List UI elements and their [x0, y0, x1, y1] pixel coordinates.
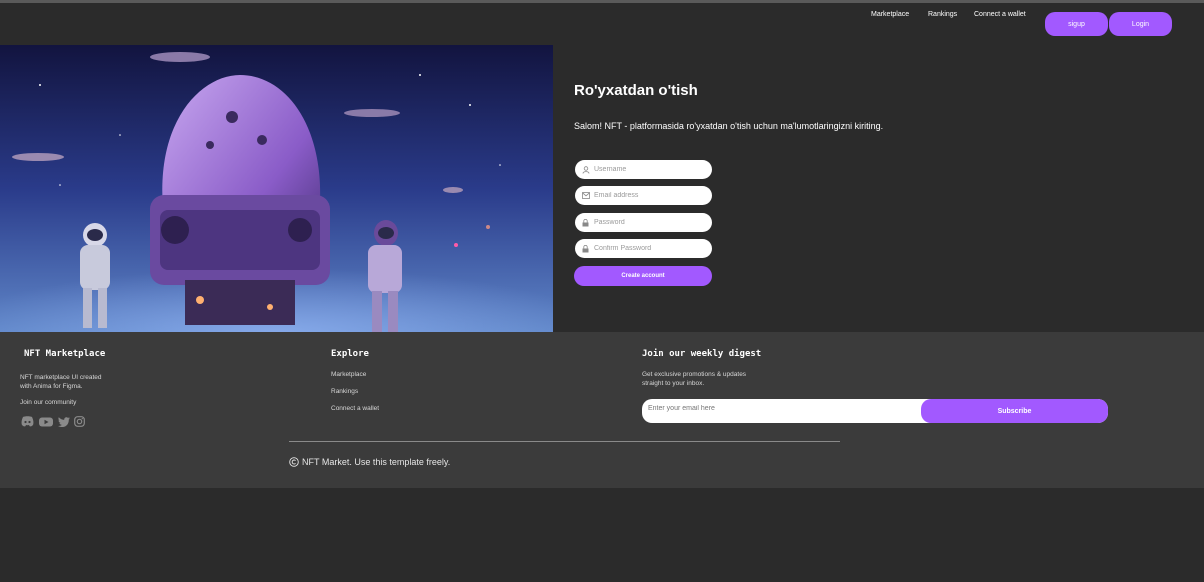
subscribe-button[interactable]: Subscribe	[921, 399, 1108, 423]
nav-rankings-link[interactable]: Rankings	[928, 11, 957, 18]
nav-connect-wallet-link[interactable]: Connect a wallet	[974, 11, 1026, 18]
astronaut-spaceship-illustration	[0, 45, 553, 332]
top-border	[0, 0, 1204, 3]
username-input[interactable]	[594, 166, 704, 173]
username-field[interactable]	[575, 160, 712, 179]
email-input[interactable]	[594, 192, 704, 199]
page-bottom-background	[0, 488, 1204, 582]
signup-button[interactable]: sigup	[1045, 12, 1108, 36]
create-account-button[interactable]: Create account	[574, 266, 712, 286]
confirm-password-field[interactable]	[575, 239, 712, 258]
footer-link-rankings[interactable]: Rankings	[331, 388, 358, 395]
copyright-icon	[289, 457, 299, 467]
footer-digest-desc-line1: Get exclusive promotions & updates	[642, 371, 747, 378]
footer-brand-title: NFT Marketplace	[24, 349, 106, 359]
lock-icon	[581, 244, 590, 253]
password-input[interactable]	[594, 219, 704, 226]
password-field[interactable]	[575, 213, 712, 232]
user-icon	[581, 165, 590, 174]
login-button[interactable]: Login	[1109, 12, 1172, 36]
email-field[interactable]	[575, 186, 712, 205]
signup-title: Ro'yxatdan o'tish	[574, 82, 698, 99]
footer-digest-desc-line2: straight to your inbox.	[642, 380, 705, 387]
footer-community-label: Join our community	[20, 399, 77, 406]
instagram-icon[interactable]	[74, 414, 86, 427]
envelope-icon	[581, 191, 590, 200]
discord-icon[interactable]	[21, 414, 34, 427]
signup-subtitle: Salom! NFT - platformasida ro'yxatdan o'…	[574, 121, 884, 131]
lock-icon	[581, 218, 590, 227]
footer-digest-title: Join our weekly digest	[642, 349, 762, 359]
copyright: NFT Market. Use this template freely.	[289, 457, 450, 467]
twitter-icon[interactable]	[58, 414, 70, 428]
footer-link-connect-wallet[interactable]: Connect a wallet	[331, 405, 379, 412]
footer-divider	[289, 441, 840, 442]
footer-explore-title: Explore	[331, 349, 369, 359]
footer-brand-desc-line2: with Anima for Figma.	[20, 383, 83, 390]
youtube-icon[interactable]	[39, 414, 53, 427]
footer-link-marketplace[interactable]: Marketplace	[331, 371, 366, 378]
confirm-password-input[interactable]	[594, 245, 704, 252]
newsletter-email-input[interactable]	[648, 405, 908, 412]
nav-marketplace-link[interactable]: Marketplace	[871, 11, 909, 18]
hero-image	[0, 45, 553, 332]
copyright-text: NFT Market. Use this template freely.	[302, 457, 451, 467]
footer-brand-desc-line1: NFT marketplace UI created	[20, 374, 102, 381]
